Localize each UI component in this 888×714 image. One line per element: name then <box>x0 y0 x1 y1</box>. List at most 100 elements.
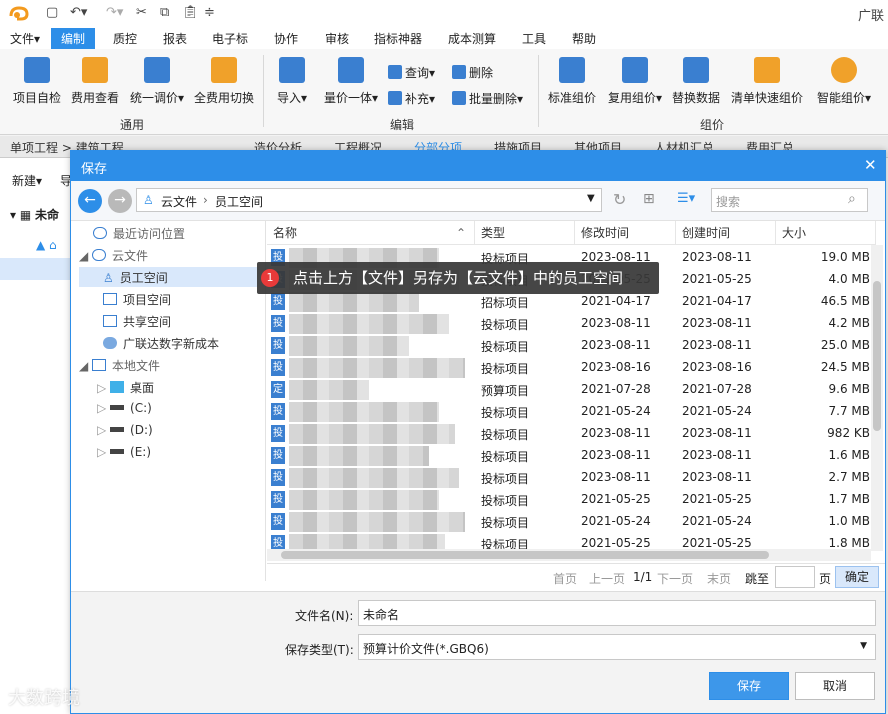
menu-quality[interactable]: 质控 <box>113 30 137 47</box>
table-row[interactable]: 投 投标项目 2021-05-25 2021-05-25 1.7 MB <box>267 489 875 511</box>
unified-price-button[interactable]: 统一调价▾ <box>126 57 188 106</box>
next-page-link[interactable]: 下一页 <box>657 570 693 587</box>
page-number-input[interactable] <box>775 566 815 588</box>
new-button[interactable]: 新建▾ <box>12 172 42 189</box>
nav-cloud[interactable]: ◢ 云文件 <box>79 247 148 264</box>
view-mode-icon[interactable]: ☰▾ <box>677 191 695 206</box>
back-button[interactable]: ← <box>78 189 102 213</box>
title-bar: ▢ ↶▾ ↷▾ ✂ ⧉ 📋︎ ≑ 广联达 <box>0 0 888 43</box>
breadcrumb-root[interactable]: 云文件 <box>161 193 197 210</box>
cloud-icon <box>92 249 107 261</box>
first-page-link[interactable]: 首页 <box>553 570 577 587</box>
menu-tools[interactable]: 工具 <box>522 30 546 47</box>
copy-icon[interactable]: ⧉ <box>160 5 169 20</box>
drive-icon <box>110 405 125 410</box>
table-row[interactable]: 投 投标项目 2023-08-16 2023-08-16 24.5 MB <box>267 357 875 379</box>
close-icon[interactable]: ✕ <box>864 156 877 174</box>
breadcrumb-current[interactable]: 员工空间 <box>215 193 263 210</box>
menu-ebid[interactable]: 电子标 <box>212 30 248 47</box>
import-button[interactable]: 导入▾ <box>272 57 312 106</box>
table-row[interactable]: 投 投标项目 2023-08-11 2023-08-11 982 KB <box>267 423 875 445</box>
address-bar[interactable]: ♙ 云文件 › 员工空间 ▼ <box>136 188 602 212</box>
file-created: 2023-08-11 <box>682 316 752 330</box>
chevron-down-icon: ▼ <box>860 641 867 651</box>
search-input[interactable]: 搜索 ⌕ <box>711 188 868 212</box>
menu-help[interactable]: 帮助 <box>572 30 596 47</box>
table-row[interactable]: 定 预算项目 2021-07-28 2021-07-28 9.6 MB <box>267 379 875 401</box>
page-confirm-button[interactable]: 确定 <box>835 566 879 588</box>
nav-staff-space[interactable]: ♙ 员工空间 <box>79 267 259 287</box>
chevron-down-icon[interactable]: ▼ <box>587 193 595 204</box>
tree-child[interactable]: ▲ ⌂ <box>36 238 57 252</box>
undo-icon[interactable]: ↶▾ <box>70 5 87 20</box>
column-header-size[interactable]: 大小 <box>776 221 876 245</box>
column-header-type[interactable]: 类型 <box>475 221 575 245</box>
paste-icon[interactable]: 📋︎ <box>182 5 199 20</box>
cut-icon[interactable]: ✂ <box>136 5 147 20</box>
delete-button[interactable]: 删除 <box>452 64 493 81</box>
search-icon[interactable]: ⌕ <box>848 191 856 207</box>
forward-button[interactable]: → <box>108 189 132 213</box>
supplement-button[interactable]: 补充▾ <box>388 90 435 107</box>
smart-price-button[interactable]: 智能组价▾ <box>812 57 876 106</box>
table-row[interactable]: 投 招标项目 2021-04-17 2021-04-17 46.5 MB <box>267 291 875 313</box>
fee-view-button[interactable]: 费用查看 <box>68 57 122 106</box>
vertical-scrollbar[interactable] <box>871 245 883 551</box>
save-icon[interactable]: ▢ <box>46 5 58 20</box>
horizontal-scroll-thumb[interactable] <box>281 551 769 559</box>
filetype-select[interactable]: 预算计价文件(*.GBQ6) ▼ <box>358 634 876 660</box>
nav-project-space[interactable]: 项目空间 <box>103 291 171 308</box>
filename-input[interactable]: 未命名 <box>358 600 876 626</box>
nav-desktop[interactable]: ▷ 桌面 <box>97 379 154 396</box>
last-page-link[interactable]: 末页 <box>707 570 731 587</box>
quick-price-button[interactable]: 清单快速组价 <box>728 57 806 106</box>
nav-local-files[interactable]: ◢ 本地文件 <box>79 357 160 374</box>
nav-shared-space[interactable]: 共享空间 <box>103 313 171 330</box>
file-type: 招标项目 <box>481 296 530 310</box>
column-header-name[interactable]: 名称 ⌃ <box>267 221 475 245</box>
app-window: ▢ ↶▾ ↷▾ ✂ ⧉ 📋︎ ≑ 广联达 文件▾ 编制 质控 报表 电子标 协作… <box>0 0 888 714</box>
redo-icon[interactable]: ↷▾ <box>106 5 123 20</box>
prev-page-link[interactable]: 上一页 <box>589 570 625 587</box>
table-row[interactable]: 投 投标项目 2023-08-11 2023-08-11 25.0 MB <box>267 335 875 357</box>
nav-drive-d[interactable]: ▷ (D:) <box>97 423 153 437</box>
customize-icon[interactable]: ≑ <box>204 5 215 20</box>
new-folder-icon[interactable]: ⊞ <box>643 191 655 207</box>
project-check-button[interactable]: 项目自检 <box>10 57 64 106</box>
full-fee-switch-button[interactable]: 全费用切换 <box>192 57 256 106</box>
vertical-scroll-thumb[interactable] <box>873 281 881 431</box>
column-header-created[interactable]: 创建时间 <box>676 221 776 245</box>
table-row[interactable]: 投 投标项目 2021-05-24 2021-05-24 7.7 MB <box>267 401 875 423</box>
dialog-sidebar: 最近访问位置 ◢ 云文件 ♙ 员工空间 项目空间 共享空间 广联达数字新成本 ◢ … <box>71 221 266 581</box>
menu-review[interactable]: 审核 <box>325 30 349 47</box>
menu-file[interactable]: 文件▾ <box>10 30 40 47</box>
table-row[interactable]: 投 投标项目 2023-08-11 2023-08-11 1.6 MB <box>267 445 875 467</box>
reuse-price-button[interactable]: 复用组价▾ <box>604 57 666 106</box>
menu-edit[interactable]: 编制 <box>51 28 96 49</box>
file-modified: 2023-08-11 <box>581 338 651 352</box>
menu-collab[interactable]: 协作 <box>274 30 298 47</box>
column-header-modified[interactable]: 修改时间 <box>575 221 676 245</box>
nav-drive-c[interactable]: ▷ (C:) <box>97 401 152 415</box>
nav-drive-e[interactable]: ▷ (E:) <box>97 445 151 459</box>
menu-index[interactable]: 指标神器 <box>374 30 422 47</box>
replace-data-button[interactable]: 替换数据 <box>670 57 722 106</box>
quantity-price-button[interactable]: 量价一体▾ <box>320 57 382 106</box>
file-modified: 2023-08-11 <box>581 316 651 330</box>
nav-recent[interactable]: 最近访问位置 <box>93 225 185 242</box>
menu-report[interactable]: 报表 <box>163 30 187 47</box>
tree-selected-row[interactable] <box>0 258 72 280</box>
save-button[interactable]: 保存 <box>709 672 789 700</box>
tree-root[interactable]: ▾ ▦ 未命 <box>10 206 59 223</box>
horizontal-scrollbar[interactable] <box>267 549 871 561</box>
nav-digital-cost[interactable]: 广联达数字新成本 <box>103 335 219 352</box>
query-button[interactable]: 查询▾ <box>388 64 435 81</box>
refresh-icon[interactable]: ↻ <box>613 190 626 209</box>
standard-price-button[interactable]: 标准组价 <box>544 57 600 106</box>
cancel-button[interactable]: 取消 <box>795 672 875 700</box>
table-row[interactable]: 投 投标项目 2023-08-11 2023-08-11 4.2 MB <box>267 313 875 335</box>
menu-cost[interactable]: 成本测算 <box>448 30 496 47</box>
batch-delete-button[interactable]: 批量删除▾ <box>452 90 523 107</box>
table-row[interactable]: 投 投标项目 2023-08-11 2023-08-11 2.7 MB <box>267 467 875 489</box>
table-row[interactable]: 投 投标项目 2021-05-24 2021-05-24 1.0 MB <box>267 511 875 533</box>
